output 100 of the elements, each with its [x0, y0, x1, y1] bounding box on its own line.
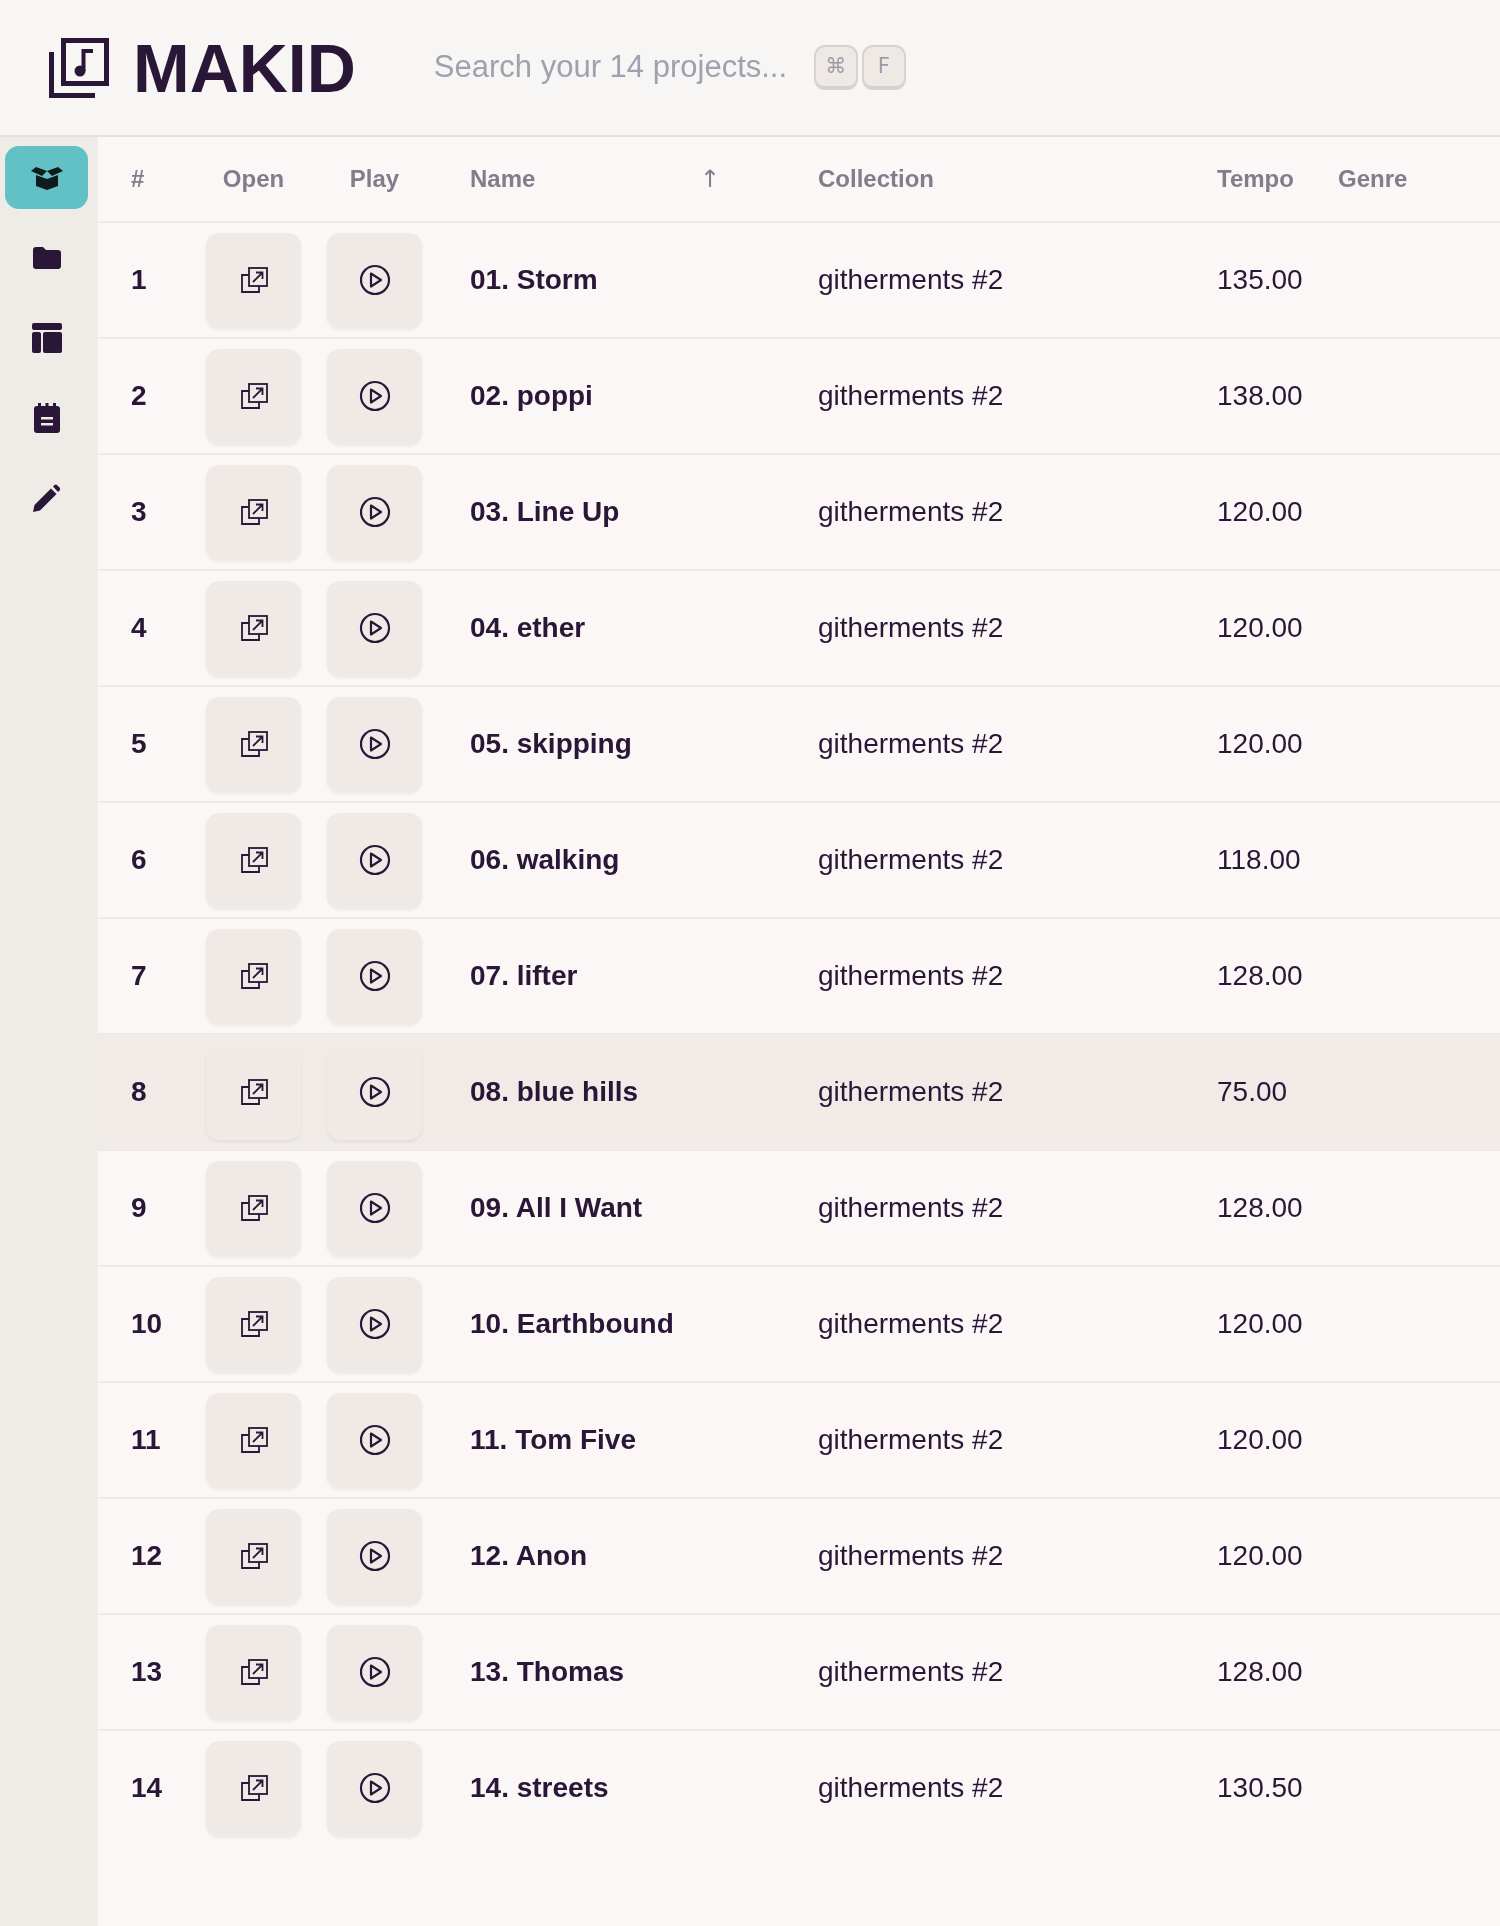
column-header[interactable]: Collection: [818, 165, 934, 192]
tempo-value: 120.00: [1217, 496, 1303, 528]
play-circle-icon: [358, 1772, 391, 1804]
row-number: 14: [131, 1772, 163, 1804]
play-button[interactable]: [327, 812, 422, 908]
play-circle-icon: [358, 1076, 391, 1108]
column-header[interactable]: Play: [327, 161, 422, 197]
external-link-icon: [239, 963, 268, 989]
open-button[interactable]: [206, 1624, 301, 1720]
collection-name: githerments #2: [818, 1076, 1004, 1108]
table-row[interactable]: 12 12. Anon githerments #2 120.00: [98, 1497, 1500, 1613]
table-row[interactable]: 5 05. skipping githerments #2 120.00: [98, 685, 1500, 801]
project-name: 01. Storm: [470, 264, 598, 296]
play-button[interactable]: [327, 232, 422, 328]
open-button[interactable]: [206, 464, 301, 560]
collection-name: githerments #2: [818, 960, 1004, 992]
table-row[interactable]: 8 08. blue hills githerments #2 75.00: [98, 1033, 1500, 1149]
table-row[interactable]: 13 13. Thomas githerments #2 128.00: [98, 1613, 1500, 1729]
play-circle-icon: [358, 1656, 391, 1688]
open-button[interactable]: [206, 1740, 301, 1836]
play-button[interactable]: [327, 1160, 422, 1256]
play-button[interactable]: [327, 1392, 422, 1488]
external-link-icon: [239, 1543, 268, 1569]
open-button[interactable]: [206, 1160, 301, 1256]
play-button[interactable]: [327, 1740, 422, 1836]
column-header[interactable]: Tempo: [1217, 165, 1294, 192]
tempo-value: 118.00: [1217, 844, 1301, 876]
shortcut-key: ⌘: [813, 45, 858, 90]
play-button[interactable]: [327, 928, 422, 1024]
collection-name: githerments #2: [818, 264, 1004, 296]
row-number: 2: [131, 380, 147, 412]
external-link-icon: [239, 847, 268, 873]
project-name: 03. Line Up: [470, 496, 620, 528]
table-row[interactable]: 4 04. ether githerments #2 120.00: [98, 569, 1500, 685]
open-button[interactable]: [206, 696, 301, 792]
play-circle-icon: [358, 844, 391, 876]
collection-name: githerments #2: [818, 1772, 1004, 1804]
collection-name: githerments #2: [818, 728, 1004, 760]
open-button[interactable]: [206, 232, 301, 328]
open-button[interactable]: [206, 1508, 301, 1604]
collection-name: githerments #2: [818, 1308, 1004, 1340]
play-button[interactable]: [327, 1044, 422, 1140]
table-row[interactable]: 3 03. Line Up githerments #2 120.00: [98, 453, 1500, 569]
notepad-icon: [33, 402, 60, 433]
external-link-icon: [239, 731, 268, 757]
project-name: 08. blue hills: [470, 1076, 639, 1108]
open-box-icon: [30, 165, 63, 190]
project-name: 14. streets: [470, 1772, 609, 1804]
sort-indicator[interactable]: ↑: [699, 167, 720, 191]
collection-name: githerments #2: [818, 1656, 1004, 1688]
open-button[interactable]: [206, 812, 301, 908]
table-row[interactable]: 11 11. Tom Five githerments #2 120.00: [98, 1381, 1500, 1497]
row-number: 11: [131, 1424, 161, 1456]
logo-text: MAKID: [133, 33, 356, 102]
play-circle-icon: [358, 728, 391, 760]
tempo-value: 75.00: [1217, 1076, 1288, 1108]
column-header[interactable]: #: [131, 165, 145, 192]
tempo-value: 135.00: [1217, 264, 1303, 296]
play-button[interactable]: [327, 464, 422, 560]
table-row[interactable]: 6 06. walking githerments #2 118.00: [98, 801, 1500, 917]
play-button[interactable]: [327, 580, 422, 676]
tempo-value: 120.00: [1217, 1308, 1303, 1340]
project-name: 12. Anon: [470, 1540, 588, 1572]
project-name: 06. walking: [470, 844, 620, 876]
column-header[interactable]: Name: [470, 161, 536, 197]
project-name: 05. skipping: [470, 728, 632, 760]
table-row[interactable]: 2 02. poppi githerments #2 138.00: [98, 337, 1500, 453]
open-button[interactable]: [206, 928, 301, 1024]
column-header[interactable]: Open: [206, 161, 301, 197]
open-button[interactable]: [206, 1276, 301, 1372]
row-number: 13: [131, 1656, 163, 1688]
table-row[interactable]: 1 01. Storm githerments #2 135.00: [98, 221, 1500, 337]
tempo-value: 130.50: [1217, 1772, 1303, 1804]
project-name: 09. All I Want: [470, 1192, 643, 1224]
column-header[interactable]: Genre: [1338, 165, 1408, 192]
search-field[interactable]: Search your 14 projects...: [433, 45, 814, 90]
play-circle-icon: [358, 380, 391, 412]
external-link-icon: [239, 1311, 268, 1337]
play-button[interactable]: [327, 696, 422, 792]
play-button[interactable]: [327, 1508, 422, 1604]
tempo-value: 128.00: [1217, 1192, 1303, 1224]
row-number: 9: [131, 1192, 147, 1224]
external-link-icon: [239, 1775, 268, 1801]
play-button[interactable]: [327, 1624, 422, 1720]
sidebar-item[interactable]: [5, 146, 88, 209]
open-button[interactable]: [206, 580, 301, 676]
row-number: 3: [131, 496, 147, 528]
play-circle-icon: [358, 1308, 391, 1340]
table-row[interactable]: 9 09. All I Want githerments #2 128.00: [98, 1149, 1500, 1265]
tempo-value: 120.00: [1217, 612, 1303, 644]
open-button[interactable]: [206, 348, 301, 444]
project-name: 07. lifter: [470, 960, 578, 992]
collection-name: githerments #2: [818, 1540, 1004, 1572]
play-button[interactable]: [327, 348, 422, 444]
table-row[interactable]: 10 10. Earthbound githerments #2 120.00: [98, 1265, 1500, 1381]
open-button[interactable]: [206, 1044, 301, 1140]
table-row[interactable]: 14 14. streets githerments #2 130.50: [98, 1729, 1500, 1845]
row-number: 1: [131, 264, 147, 296]
open-button[interactable]: [206, 1392, 301, 1488]
play-button[interactable]: [327, 1276, 422, 1372]
